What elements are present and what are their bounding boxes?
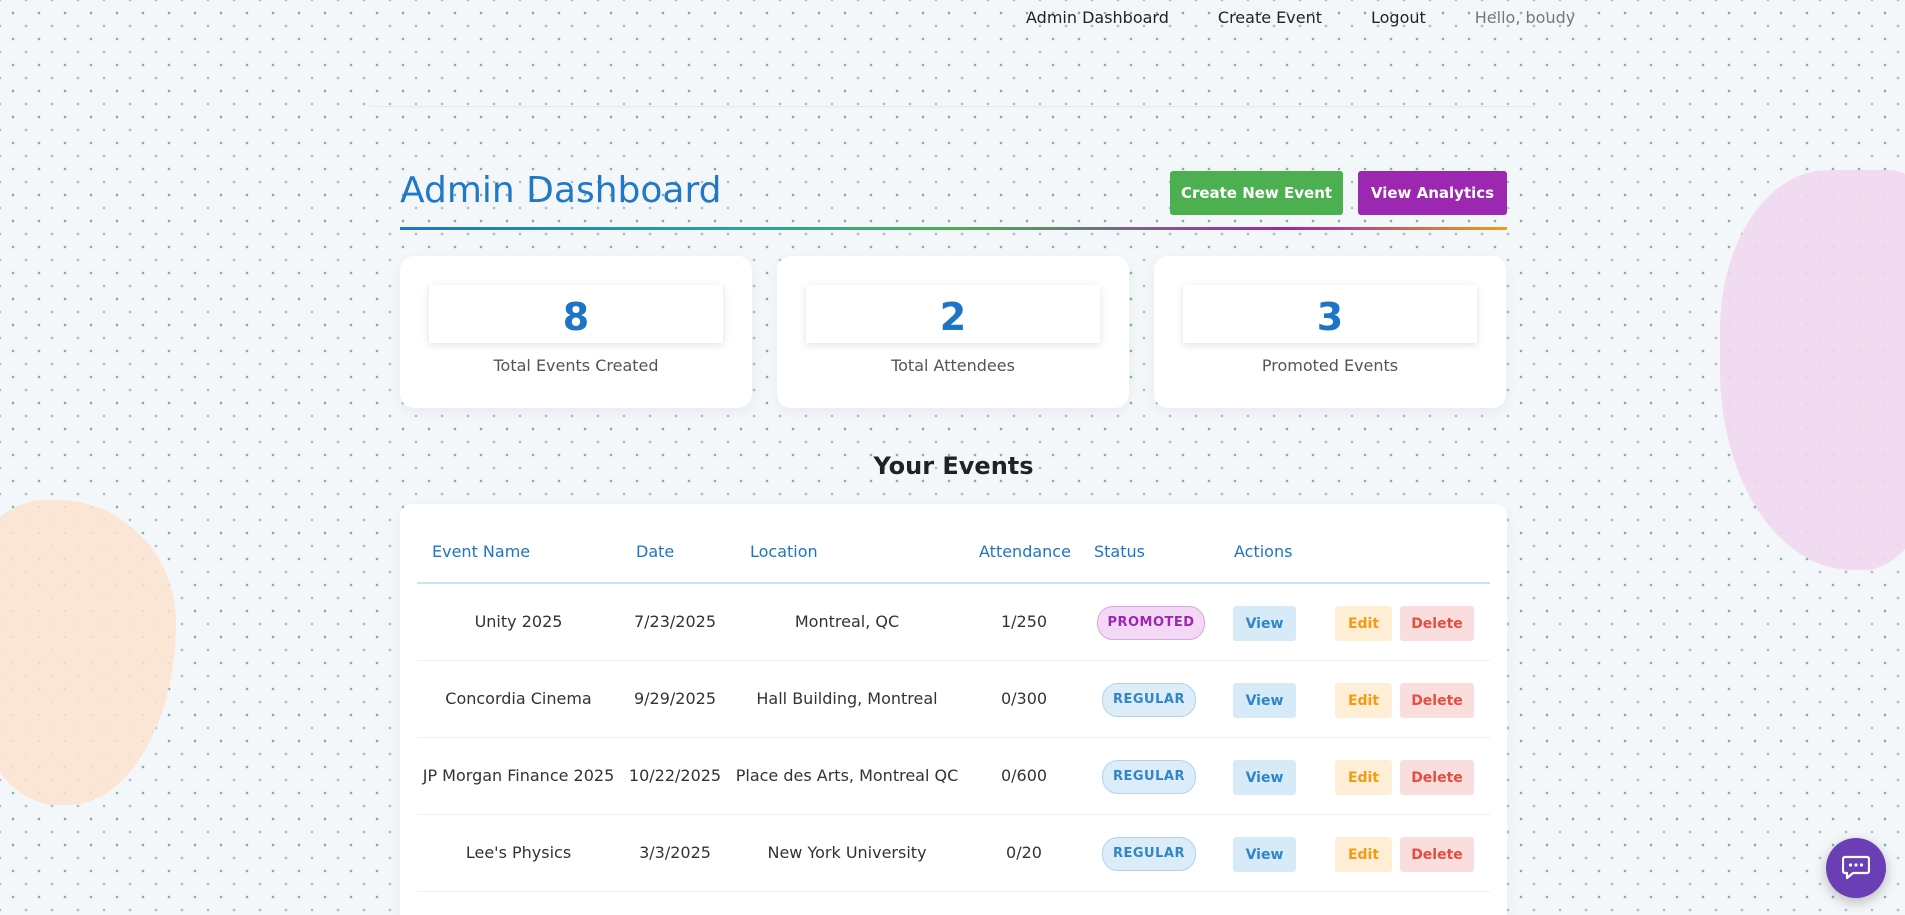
- status-badge-regular: REGULAR: [1102, 837, 1196, 871]
- stat-value-box: 3: [1183, 285, 1477, 343]
- delete-button[interactable]: Delete: [1400, 683, 1474, 718]
- stat-label: Total Events Created: [493, 356, 659, 375]
- cell-date: 10/22/2025: [628, 766, 722, 785]
- cell-event-name: JP Morgan Finance 2025: [422, 766, 615, 785]
- chat-button[interactable]: [1826, 838, 1886, 898]
- cell-attendance: 0/600: [1000, 766, 1048, 785]
- title-underline: [400, 227, 1507, 230]
- status-badge-promoted: PROMOTED: [1097, 606, 1205, 640]
- cell-date: 9/29/2025: [633, 689, 717, 708]
- page-title: Admin Dashboard: [400, 170, 722, 211]
- column-header-attendance: Attendance: [979, 542, 1071, 561]
- cell-event-name: Unity 2025: [474, 612, 563, 631]
- stat-card-total-attendees: 2 Total Attendees: [777, 256, 1129, 408]
- view-button[interactable]: View: [1233, 606, 1296, 641]
- column-header-event-name: Event Name: [432, 542, 531, 561]
- cell-event-name: Lee's Physics: [465, 843, 572, 862]
- create-new-event-button[interactable]: Create New Event: [1170, 171, 1343, 215]
- edit-button[interactable]: Edit: [1335, 760, 1392, 795]
- decorative-blob-right: [1720, 170, 1905, 570]
- edit-button[interactable]: Edit: [1335, 837, 1392, 872]
- cell-location: Montreal, QC: [794, 612, 900, 631]
- nav-link-admin-dashboard[interactable]: Admin Dashboard: [1026, 8, 1169, 27]
- events-table: Event Name Date Location Attendance Stat…: [400, 504, 1507, 915]
- view-button[interactable]: View: [1233, 760, 1296, 795]
- status-badge-regular: REGULAR: [1102, 760, 1196, 794]
- column-header-status: Status: [1094, 542, 1145, 561]
- section-title-your-events: Your Events: [873, 452, 1034, 480]
- column-header-date: Date: [636, 542, 675, 561]
- delete-button[interactable]: Delete: [1400, 606, 1474, 641]
- delete-button[interactable]: Delete: [1400, 760, 1474, 795]
- view-button[interactable]: View: [1233, 683, 1296, 718]
- cell-location: Place des Arts, Montreal QC: [735, 766, 959, 785]
- cell-event-name: Concordia Cinema: [445, 689, 592, 708]
- table-header: Event Name Date Location Attendance Stat…: [417, 504, 1490, 584]
- cell-attendance: 0/300: [1000, 689, 1048, 708]
- cell-date: 3/3/2025: [639, 843, 711, 862]
- stat-value: 2: [939, 295, 967, 339]
- stat-label: Promoted Events: [1261, 356, 1399, 375]
- stat-card-promoted-events: 3 Promoted Events: [1154, 256, 1506, 408]
- nav-divider: [370, 106, 1535, 107]
- nav-link-logout[interactable]: Logout: [1371, 8, 1426, 27]
- edit-button[interactable]: Edit: [1335, 606, 1392, 641]
- stat-value-box: 8: [429, 285, 723, 343]
- edit-button[interactable]: Edit: [1335, 683, 1392, 718]
- status-badge-regular: REGULAR: [1102, 683, 1196, 717]
- cell-location: Hall Building, Montreal: [756, 689, 938, 708]
- dashboard-header: Admin Dashboard Create New Event View An…: [400, 170, 1507, 230]
- stat-label: Total Attendees: [891, 356, 1015, 375]
- cell-location: New York University: [767, 843, 927, 862]
- table-row: Lee's Physics 3/3/2025 New York Universi…: [417, 815, 1490, 892]
- table-row: JP Morgan Finance 2025 10/22/2025 Place …: [417, 738, 1490, 815]
- delete-button[interactable]: Delete: [1400, 837, 1474, 872]
- table-row: Unity 2025 7/23/2025 Montreal, QC 1/250 …: [417, 584, 1490, 661]
- user-greeting: Hello, boudy: [1474, 8, 1576, 27]
- cell-date: 7/23/2025: [633, 612, 717, 631]
- table-row: Concordia Cinema 9/29/2025 Hall Building…: [417, 661, 1490, 738]
- cell-attendance: 1/250: [1000, 612, 1048, 631]
- decorative-blob-left: [0, 500, 176, 805]
- stat-value: 8: [562, 295, 590, 339]
- stat-value: 3: [1316, 295, 1344, 339]
- column-header-actions: Actions: [1234, 542, 1293, 561]
- stat-card-total-events: 8 Total Events Created: [400, 256, 752, 408]
- stat-value-box: 2: [806, 285, 1100, 343]
- cell-attendance: 0/20: [1006, 843, 1042, 862]
- column-header-location: Location: [750, 542, 818, 561]
- top-navigation: Admin Dashboard Create Event Logout Hell…: [1026, 8, 1575, 27]
- chat-bubble-icon: [1842, 855, 1870, 880]
- nav-link-create-event[interactable]: Create Event: [1218, 8, 1322, 27]
- view-analytics-button[interactable]: View Analytics: [1358, 171, 1507, 215]
- view-button[interactable]: View: [1233, 837, 1296, 872]
